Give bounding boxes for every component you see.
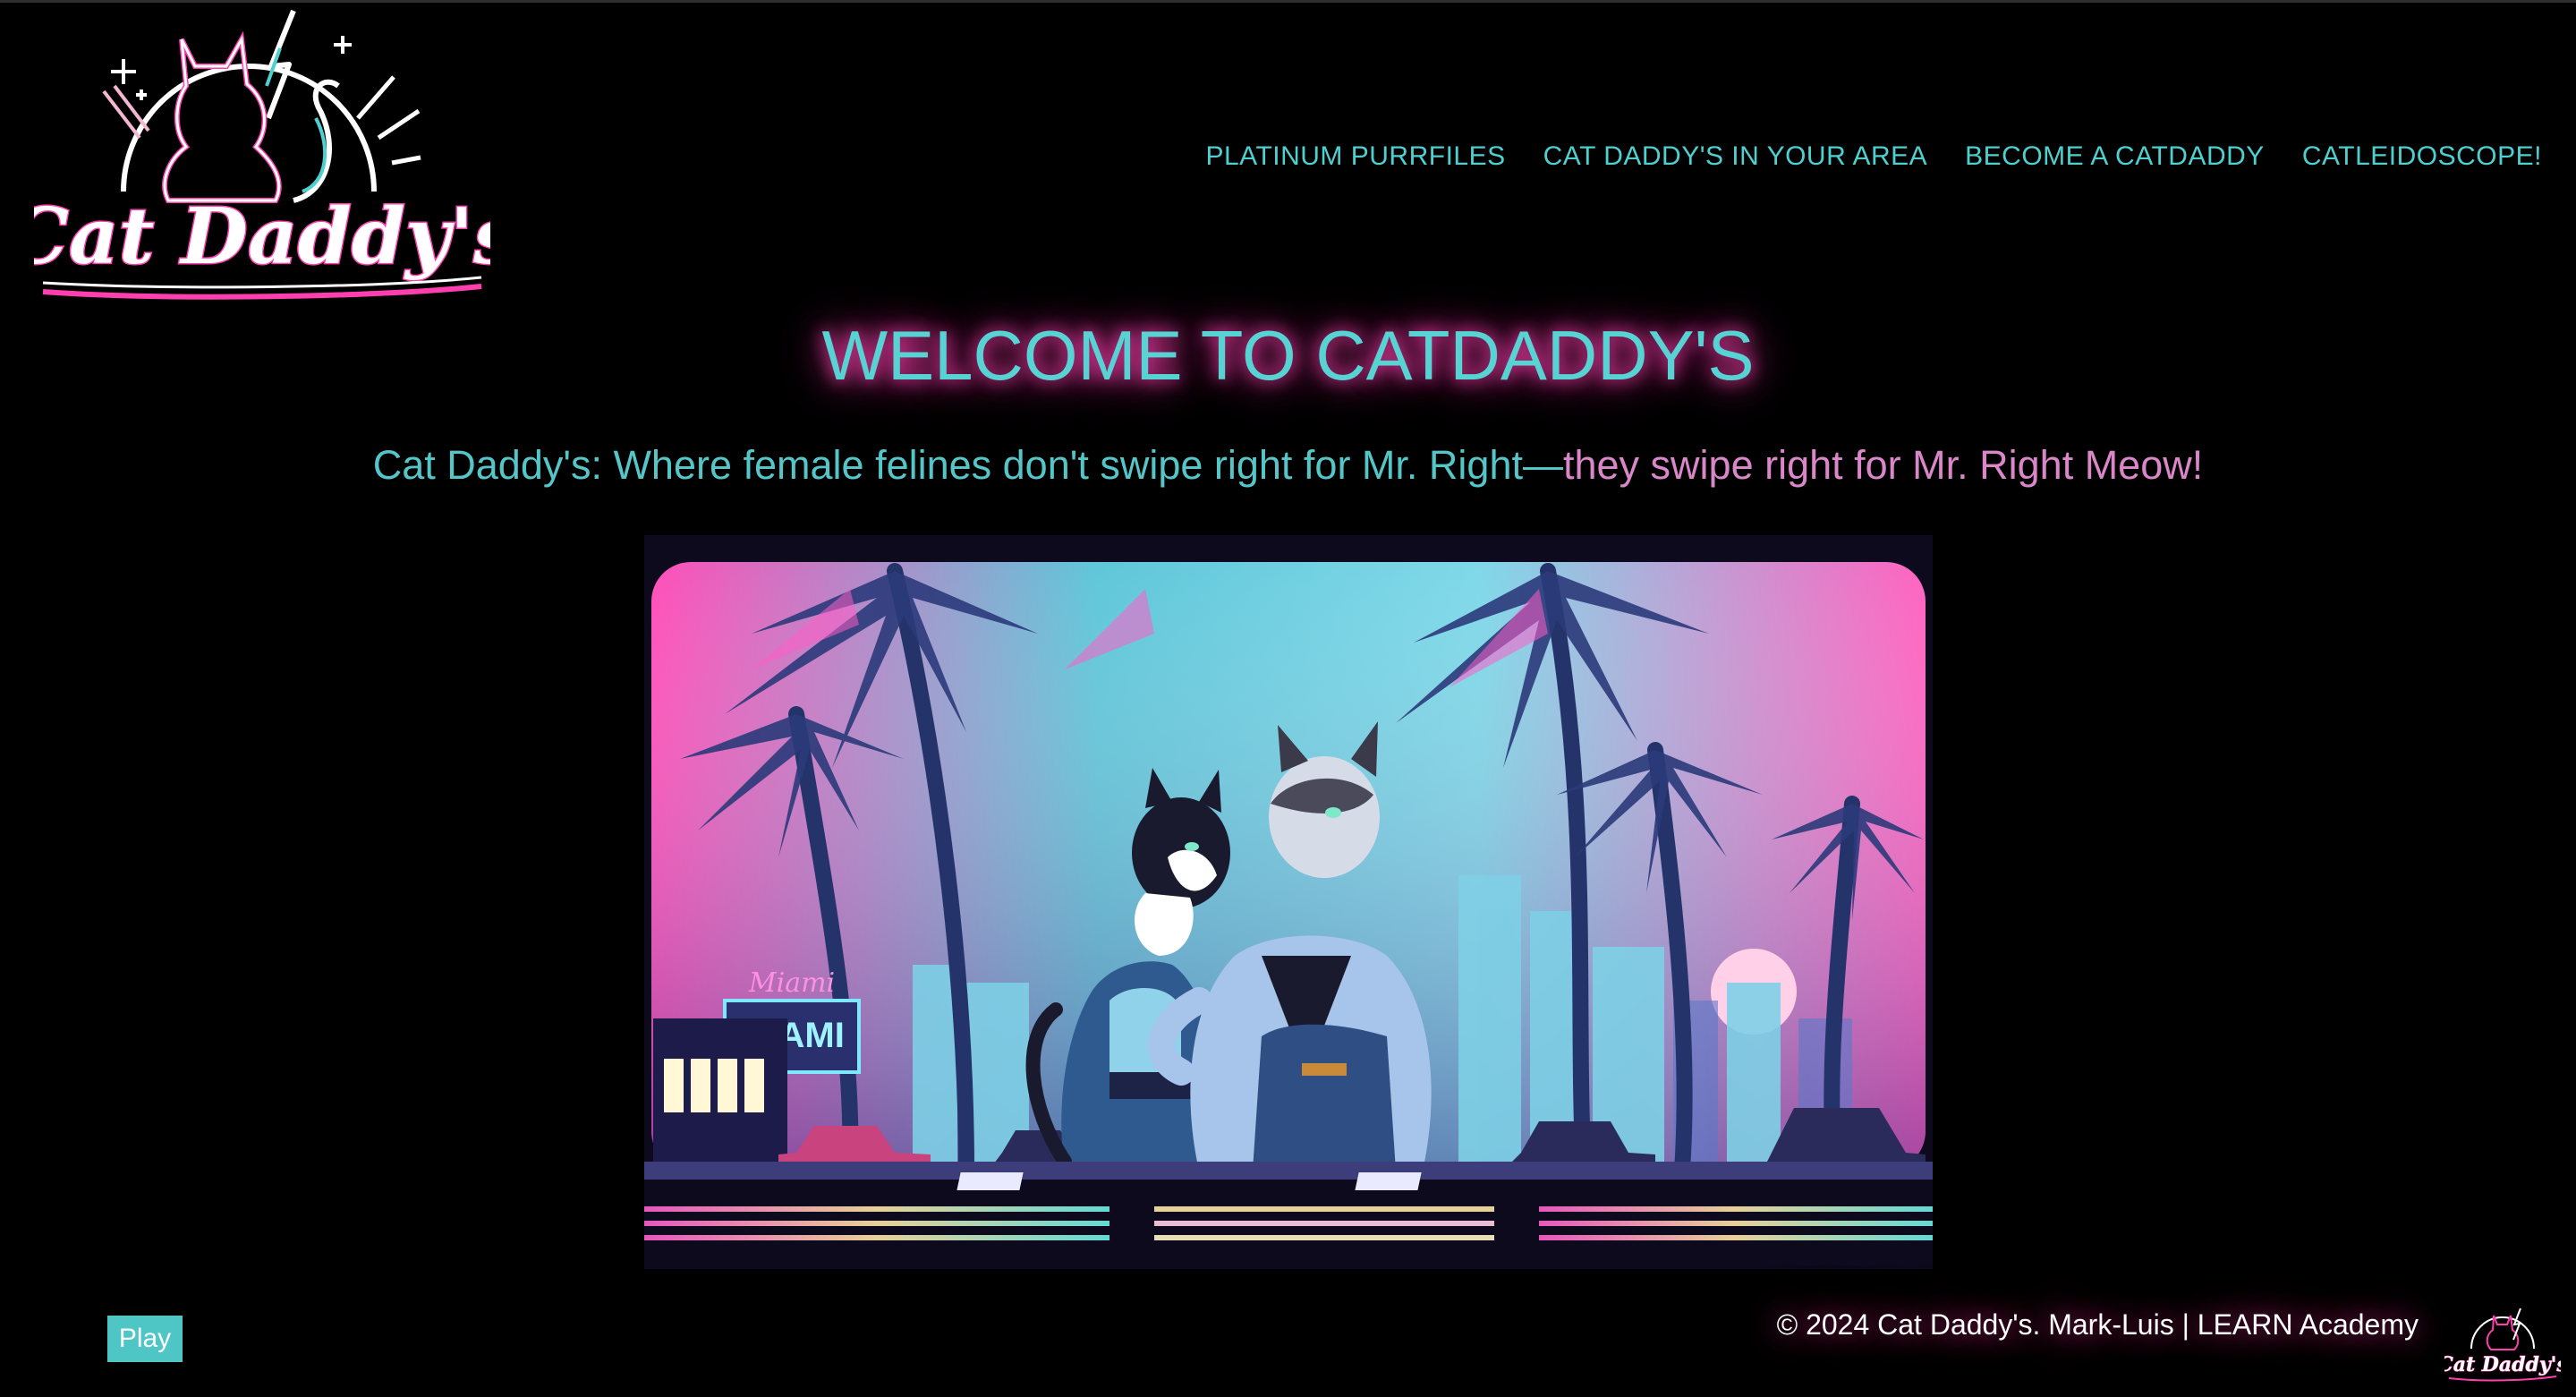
footer-copyright: © 2024 Cat Daddy's. Mark-Luis | LEARN Ac… xyxy=(1776,1308,2419,1341)
footer-logo-text: Cat Daddy's xyxy=(2444,1353,2561,1376)
page-title: WELCOME TO CATDADDY'S xyxy=(821,316,1755,395)
hero-sign-script: Miami xyxy=(748,967,835,999)
tagline-part-b: they swipe right for Mr. Right Meow! xyxy=(1562,442,2204,488)
main-nav: PLATINUM PURRFILES CAT DADDY'S IN YOUR A… xyxy=(1205,141,2542,172)
heading-container: WELCOME TO CATDADDY'S xyxy=(0,295,2576,416)
tagline: Cat Daddy's: Where female felines don't … xyxy=(0,442,2576,489)
footer-logo[interactable]: Cat Daddy's xyxy=(2437,1299,2568,1384)
logo-text: Cat Daddy's xyxy=(34,192,490,282)
nav-item-platinum-purrfiles[interactable]: PLATINUM PURRFILES xyxy=(1205,141,1505,172)
nav-item-catleidoscope[interactable]: CATLEIDOSCOPE! xyxy=(2302,141,2542,172)
nav-item-cat-daddys-in-your-area[interactable]: CAT DADDY'S IN YOUR AREA xyxy=(1543,141,1928,172)
site-logo[interactable]: Cat Daddy's xyxy=(6,4,518,317)
page: Cat Daddy's PLATINUM PURRFILES CAT DADDY… xyxy=(0,0,2576,1397)
top-divider xyxy=(0,0,2576,3)
hero-image: Miami MIAMI xyxy=(644,535,1933,1269)
play-button[interactable]: Play xyxy=(107,1316,183,1362)
tagline-part-a: Cat Daddy's: Where female felines don't … xyxy=(372,442,1563,488)
nav-item-become-a-catdaddy[interactable]: BECOME A CATDADDY xyxy=(1965,141,2265,172)
